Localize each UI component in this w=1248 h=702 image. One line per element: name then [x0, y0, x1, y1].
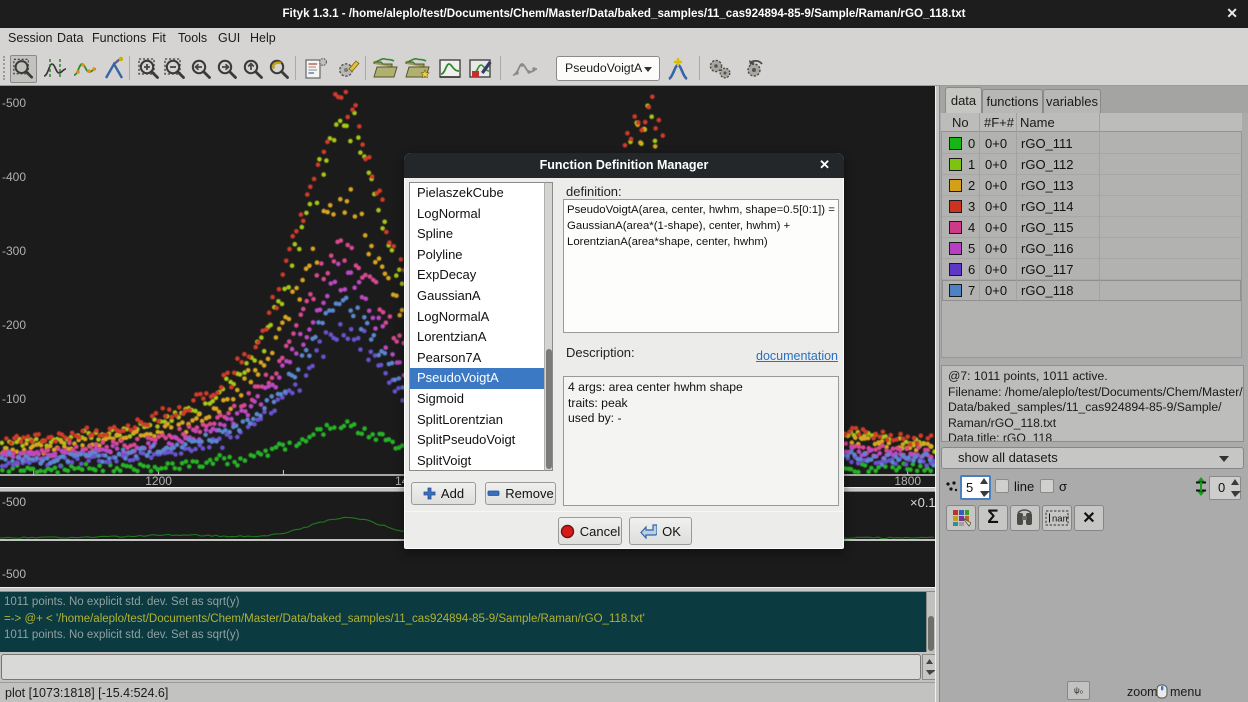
svg-text:-500: -500	[2, 495, 26, 509]
svg-text:-200: -200	[2, 318, 26, 332]
svg-text:-100: -100	[2, 392, 26, 406]
svg-text:1200: 1200	[145, 474, 172, 487]
svg-text:-500: -500	[2, 96, 26, 110]
svg-text:-300: -300	[2, 244, 26, 258]
svg-text:1800: 1800	[894, 474, 921, 487]
svg-text:nam: nam	[1052, 514, 1069, 525]
svg-text:×0.1: ×0.1	[910, 495, 935, 510]
svg-text:-500: -500	[2, 567, 26, 581]
svg-text:-400: -400	[2, 170, 26, 184]
